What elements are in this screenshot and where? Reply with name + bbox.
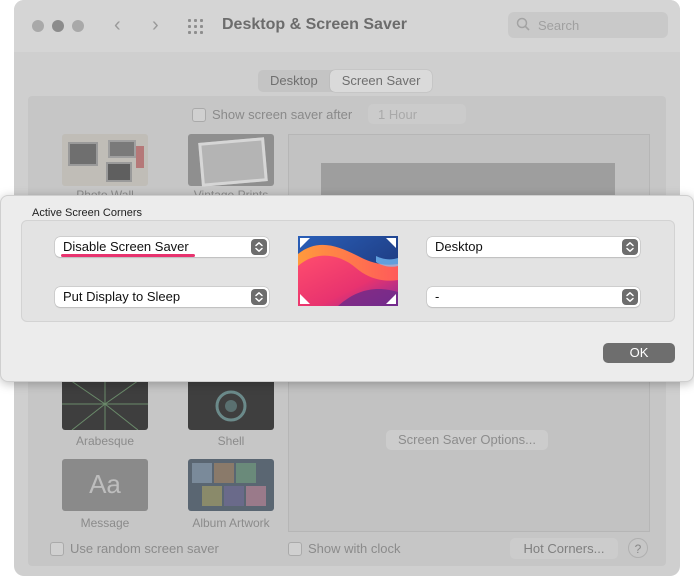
close-window-button[interactable] — [32, 20, 44, 32]
forward-chevron-icon[interactable]: › — [152, 14, 159, 37]
show-with-clock-row: Show with clock — [288, 541, 400, 556]
top-right-corner-value: Desktop — [435, 239, 483, 254]
help-button[interactable]: ? — [628, 538, 648, 558]
show-all-grid-icon[interactable] — [188, 19, 206, 35]
thumbnail-shell[interactable] — [188, 378, 274, 430]
thumbnail-vintage-prints[interactable] — [188, 134, 274, 187]
shell-art — [215, 390, 247, 422]
show-after-label: Show screen saver after — [212, 107, 353, 122]
show-with-clock-label: Show with clock — [308, 541, 401, 556]
highlight-underline — [61, 254, 195, 257]
window-title: Desktop & Screen Saver — [222, 16, 407, 33]
arabesque-art — [62, 378, 148, 430]
thumbnail-label-arabesque: Arabesque — [75, 434, 135, 448]
tab-bar: Desktop Screen Saver — [258, 70, 433, 92]
ok-button[interactable]: OK — [603, 343, 675, 363]
wallpaper-preview — [298, 236, 398, 306]
screen-saver-options-button[interactable]: Screen Saver Options... — [386, 430, 548, 450]
thumbnail-album-artwork[interactable] — [188, 459, 274, 511]
updown-chevron-icon — [251, 239, 267, 255]
back-chevron-icon[interactable]: ‹ — [114, 14, 121, 37]
minimize-window-button[interactable] — [52, 20, 64, 32]
show-after-row: Show screen saver after — [192, 107, 352, 122]
active-screen-corners-sheet: Active Screen Corners Disable Screen Sav… — [0, 195, 694, 382]
top-left-corner-value: Disable Screen Saver — [63, 239, 189, 254]
thumbnail-photo-wall[interactable] — [62, 134, 148, 186]
show-after-checkbox[interactable] — [192, 107, 206, 122]
random-screen-saver-label: Use random screen saver — [70, 541, 219, 556]
bottom-right-corner-select[interactable]: - — [427, 287, 640, 307]
bottom-left-corner-value: Put Display to Sleep — [63, 289, 181, 304]
bottom-left-corner-select[interactable]: Put Display to Sleep — [55, 287, 269, 307]
zoom-window-button[interactable] — [72, 20, 84, 32]
corners-preview-image — [298, 236, 398, 306]
updown-chevron-icon — [251, 289, 267, 305]
search-placeholder: Search — [538, 18, 580, 33]
sheet-title: Active Screen Corners — [32, 207, 143, 219]
tab-desktop[interactable]: Desktop — [258, 70, 330, 92]
thumbnail-label-album-artwork: Album Artwork — [192, 516, 270, 530]
thumbnail-message[interactable]: Aa — [62, 459, 148, 511]
thumbnail-arabesque[interactable] — [62, 378, 148, 430]
search-field[interactable]: Search — [508, 12, 668, 38]
hot-corners-button[interactable]: Hot Corners... — [510, 538, 618, 559]
tab-screen-saver[interactable]: Screen Saver — [329, 70, 433, 92]
show-after-value: 1 Hour — [378, 107, 418, 122]
top-right-corner-select[interactable]: Desktop — [427, 237, 640, 257]
show-after-select[interactable]: 1 Hour — [368, 104, 466, 124]
random-screen-saver-checkbox[interactable] — [50, 541, 64, 556]
show-with-clock-checkbox[interactable] — [288, 541, 302, 556]
updown-chevron-icon — [622, 239, 638, 255]
thumbnail-label-shell: Shell — [217, 434, 245, 448]
search-icon — [516, 17, 530, 31]
message-thumb-text: Aa — [89, 469, 121, 499]
random-screen-saver-row: Use random screen saver — [50, 541, 219, 556]
bottom-right-corner-value: - — [435, 289, 440, 304]
thumbnail-label-message: Message — [80, 516, 130, 530]
updown-chevron-icon — [622, 289, 638, 305]
title-bar: ‹ › Desktop & Screen Saver Search — [14, 0, 680, 52]
